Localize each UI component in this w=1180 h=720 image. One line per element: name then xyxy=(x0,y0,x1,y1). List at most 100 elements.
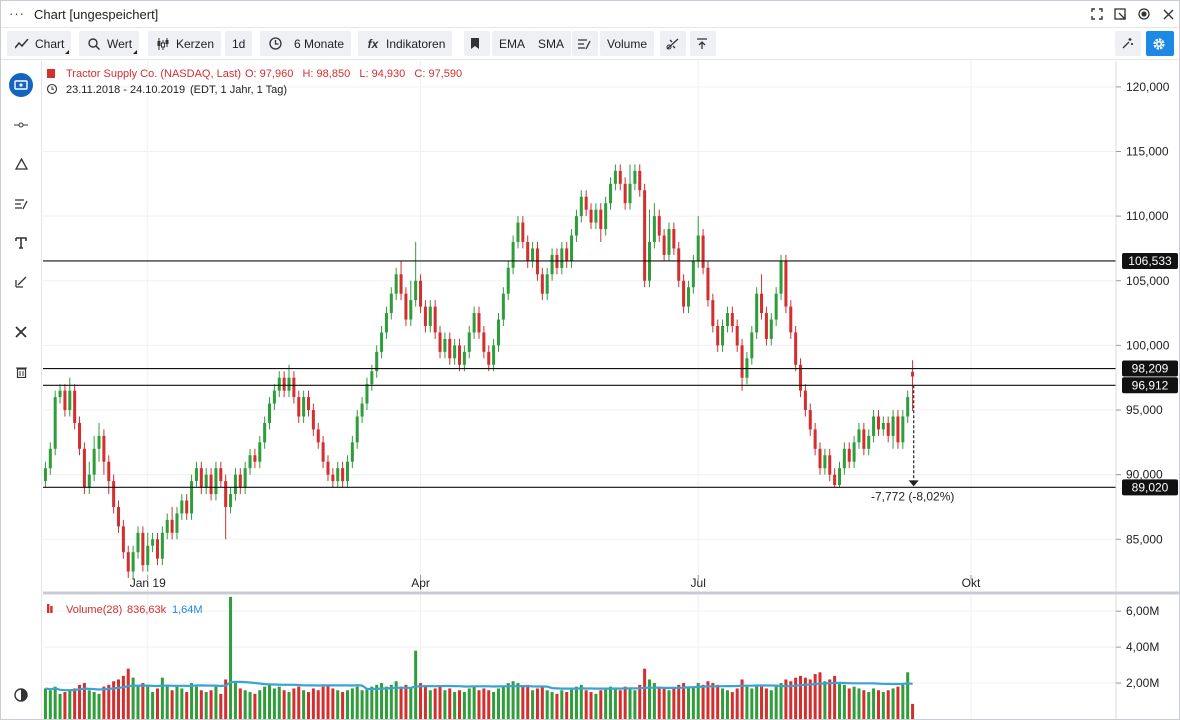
price-axis[interactable]: 120,000 115,000 110,000 105,000 100,000 95,00… xyxy=(1116,80,1170,546)
indicators-button[interactable]: fx Indikatoren xyxy=(358,31,453,56)
volume-bar xyxy=(165,684,169,719)
export-button[interactable] xyxy=(690,31,716,56)
volume-bar xyxy=(136,684,140,719)
candle-body xyxy=(911,371,915,377)
candles-button[interactable]: Kerzen xyxy=(148,31,222,56)
candle-body xyxy=(160,532,164,559)
volume-bar xyxy=(384,686,388,719)
candle-body xyxy=(311,410,315,430)
candle-body xyxy=(43,468,47,482)
volume-bar xyxy=(555,693,559,719)
horizontal-lines[interactable] xyxy=(43,260,1116,488)
time-axis[interactable]: Jan 19 Apr Jul Okt xyxy=(130,575,981,590)
candle-body xyxy=(828,455,832,475)
candle-body xyxy=(589,209,593,223)
candle-body xyxy=(833,474,837,485)
ema-button[interactable]: EMA xyxy=(492,31,533,56)
grid xyxy=(43,61,1116,719)
drawing-tools-icon xyxy=(578,38,591,50)
volume-tick-label: 2,00M xyxy=(1126,676,1159,690)
volume-bar xyxy=(302,690,306,719)
candle-body xyxy=(803,390,807,411)
tools-icon[interactable] xyxy=(9,320,33,344)
volume-button[interactable]: Volume xyxy=(600,31,655,56)
volume-bar xyxy=(696,683,700,719)
volume-bar xyxy=(370,686,374,719)
triangle-tool-icon[interactable] xyxy=(9,152,33,176)
delete-icon[interactable] xyxy=(9,360,33,384)
instrument-name[interactable]: Tractor Supply Co. (NASDAQ, Last) xyxy=(66,68,241,80)
close-icon[interactable] xyxy=(1160,6,1176,22)
popout-icon[interactable] xyxy=(1112,6,1128,22)
fibonacci-tool-icon[interactable] xyxy=(9,192,33,216)
price-chart[interactable]: -7,772 (-8,02%) 120,000 115,000 110,000 105… xyxy=(43,61,1179,719)
candle-body xyxy=(584,196,588,210)
bookmark-icon xyxy=(471,38,479,49)
cursor-tool-icon[interactable] xyxy=(9,73,33,97)
candle-body xyxy=(531,248,535,262)
timezone-info: (EDT, 1 Jahr, 1 Tag) xyxy=(190,84,287,96)
menu-dots-icon[interactable]: ··· xyxy=(9,6,25,21)
candle-body xyxy=(818,448,822,469)
candle-body xyxy=(394,274,398,294)
volume-bar xyxy=(579,684,583,719)
price-tick-label: 105,000 xyxy=(1126,274,1170,288)
text-tool-icon[interactable] xyxy=(9,231,33,255)
function-icon: fx xyxy=(367,36,379,51)
volume-bar xyxy=(350,688,354,719)
volume-bar xyxy=(462,692,466,719)
candle-body xyxy=(97,435,101,449)
volume-bar xyxy=(872,688,876,719)
candle-body xyxy=(521,222,525,242)
volume-bar xyxy=(336,690,340,719)
volume-bar xyxy=(725,690,729,719)
sparkle-icon xyxy=(1121,37,1134,50)
theme-toggle-icon[interactable] xyxy=(9,683,33,707)
candles xyxy=(43,164,915,579)
kerzen-button-label: Kerzen xyxy=(176,36,215,51)
value-search-button[interactable]: Wert xyxy=(79,31,140,56)
magic-button[interactable] xyxy=(1115,31,1141,56)
sma-button[interactable]: SMA xyxy=(531,31,572,56)
maximize-icon[interactable] xyxy=(1089,6,1105,22)
candle-body xyxy=(126,552,130,572)
candle-body xyxy=(331,474,335,482)
candle-body xyxy=(268,403,272,423)
candle-body xyxy=(345,461,349,482)
volume-bar xyxy=(438,686,442,719)
volume-title[interactable]: Volume(28) xyxy=(66,604,122,616)
edit-tool-icon[interactable] xyxy=(9,270,33,294)
settings-button[interactable] xyxy=(1146,31,1174,56)
volume-bar xyxy=(243,690,247,719)
volume-bar xyxy=(735,688,739,719)
price-tags: 106,533 98,209 96,912 89,020 xyxy=(1122,252,1178,496)
chart-type-button[interactable]: Chart xyxy=(7,31,72,56)
candle-body xyxy=(857,429,861,443)
interval-button[interactable]: 1d xyxy=(225,31,253,56)
title-bar: ··· Chart [ungespeichert] xyxy=(1,1,1179,28)
candle-body xyxy=(813,429,817,449)
price-tick-label: 120,000 xyxy=(1126,80,1170,94)
candle-body xyxy=(794,332,798,365)
candle-body xyxy=(677,248,681,281)
drawing-tools-button[interactable] xyxy=(572,31,598,56)
volume-average: 1,64M xyxy=(172,604,203,616)
volume-bar xyxy=(799,675,803,719)
link-tool-button[interactable] xyxy=(660,31,686,56)
bookmark-button[interactable] xyxy=(464,31,490,56)
record-icon[interactable] xyxy=(1136,6,1152,22)
candle-body xyxy=(604,203,608,230)
candle-body xyxy=(496,319,500,346)
volume-bar xyxy=(847,688,851,719)
candle-body xyxy=(58,390,62,398)
volume-bar xyxy=(68,690,72,719)
price-tick-label: 115,000 xyxy=(1126,144,1169,158)
candle-body xyxy=(686,287,690,307)
volume-bar xyxy=(774,686,778,719)
volume-bar xyxy=(594,693,598,719)
candle-body xyxy=(501,293,505,320)
line-tool-icon[interactable] xyxy=(9,113,33,137)
volume-bar xyxy=(58,693,62,719)
candle-body xyxy=(146,545,150,566)
time-range-button[interactable]: 6 Monate xyxy=(260,31,352,56)
